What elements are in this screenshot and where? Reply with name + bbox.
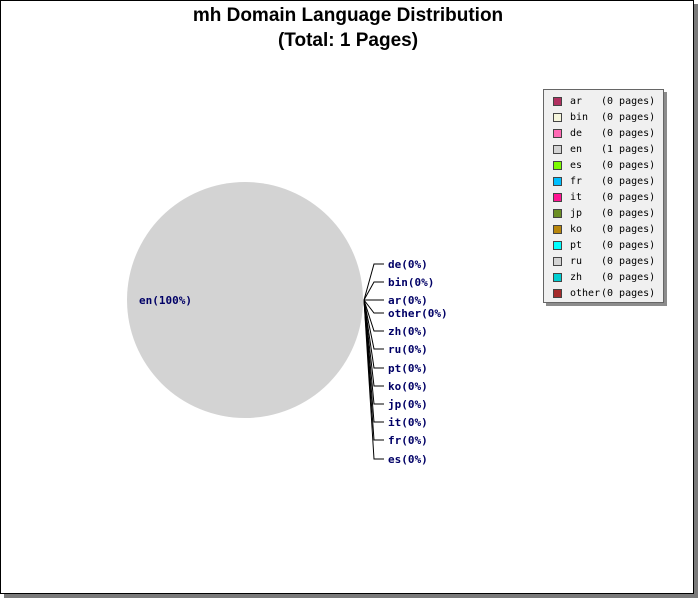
legend-count-ru: (0 pages) xyxy=(601,256,656,267)
legend-swatch-zh xyxy=(553,273,562,282)
legend-swatch-fr xyxy=(553,177,562,186)
slice-label-de: de(0%) xyxy=(388,258,428,271)
legend-label-en: en xyxy=(570,144,583,155)
legend-label-bin: bin xyxy=(570,112,589,123)
chart-legend: ar (0 pages) bin (0 pages) de (0 pages) en (1 p… xyxy=(543,89,664,303)
legend-label-ar: ar xyxy=(570,96,583,107)
legend-swatch-pt xyxy=(553,241,562,250)
slice-label-bin: bin(0%) xyxy=(388,276,434,289)
legend-swatch-en xyxy=(553,145,562,154)
legend-item-ru: ru (0 pages) xyxy=(553,255,665,271)
legend-label-de: de xyxy=(570,128,583,139)
legend-label-ru: ru xyxy=(570,256,583,267)
legend-count-de: (0 pages) xyxy=(601,128,656,139)
slice-label-zh: zh(0%) xyxy=(388,325,428,338)
legend-label-fr: fr xyxy=(570,176,583,187)
legend-item-pt: pt (0 pages) xyxy=(553,239,665,255)
legend-swatch-other xyxy=(553,289,562,298)
legend-item-es: es (0 pages) xyxy=(553,159,665,175)
legend-count-ko: (0 pages) xyxy=(601,224,656,235)
legend-count-bin: (0 pages) xyxy=(601,112,656,123)
legend-item-ko: ko (0 pages) xyxy=(553,223,665,239)
slice-label-ar: ar(0%) xyxy=(388,294,428,307)
slice-label-it: it(0%) xyxy=(388,416,428,429)
legend-swatch-ar xyxy=(553,97,562,106)
legend-count-other: (0 pages) xyxy=(601,288,656,299)
slice-label-es: es(0%) xyxy=(388,453,428,466)
legend-count-ar: (0 pages) xyxy=(601,96,656,107)
legend-item-de: de (0 pages) xyxy=(553,127,665,143)
legend-label-ko: ko xyxy=(570,224,583,235)
legend-swatch-es xyxy=(553,161,562,170)
legend-count-it: (0 pages) xyxy=(601,192,656,203)
legend-count-en: (1 pages) xyxy=(601,144,656,155)
legend-count-fr: (0 pages) xyxy=(601,176,656,187)
legend-item-other: other (0 pages) xyxy=(553,287,665,303)
legend-label-pt: pt xyxy=(570,240,583,251)
legend-item-bin: bin (0 pages) xyxy=(553,111,665,127)
legend-label-zh: zh xyxy=(570,272,583,283)
legend-count-es: (0 pages) xyxy=(601,160,656,171)
legend-swatch-it xyxy=(553,193,562,202)
slice-label-ko: ko(0%) xyxy=(388,380,428,393)
legend-count-zh: (0 pages) xyxy=(601,272,656,283)
legend-label-es: es xyxy=(570,160,583,171)
slice-label-ru: ru(0%) xyxy=(388,343,428,356)
slice-label-pt: pt(0%) xyxy=(388,362,428,375)
legend-swatch-de xyxy=(553,129,562,138)
legend-swatch-bin xyxy=(553,113,562,122)
slice-label-other: other(0%) xyxy=(388,307,448,320)
slice-label-en: en(100%) xyxy=(139,294,192,307)
slice-label-jp: jp(0%) xyxy=(388,398,428,411)
legend-item-it: it (0 pages) xyxy=(553,191,665,207)
legend-item-en: en (1 pages) xyxy=(553,143,665,159)
legend-count-jp: (0 pages) xyxy=(601,208,656,219)
legend-item-jp: jp (0 pages) xyxy=(553,207,665,223)
legend-item-zh: zh (0 pages) xyxy=(553,271,665,287)
legend-swatch-ru xyxy=(553,257,562,266)
legend-label-it: it xyxy=(570,192,583,203)
legend-item-fr: fr (0 pages) xyxy=(553,175,665,191)
legend-count-pt: (0 pages) xyxy=(601,240,656,251)
legend-swatch-ko xyxy=(553,225,562,234)
label-leader-other xyxy=(363,299,384,314)
legend-item-ar: ar (0 pages) xyxy=(553,95,665,111)
slice-label-fr: fr(0%) xyxy=(388,434,428,447)
legend-swatch-jp xyxy=(553,209,562,218)
legend-label-other: other xyxy=(570,288,601,299)
legend-label-jp: jp xyxy=(570,208,583,219)
